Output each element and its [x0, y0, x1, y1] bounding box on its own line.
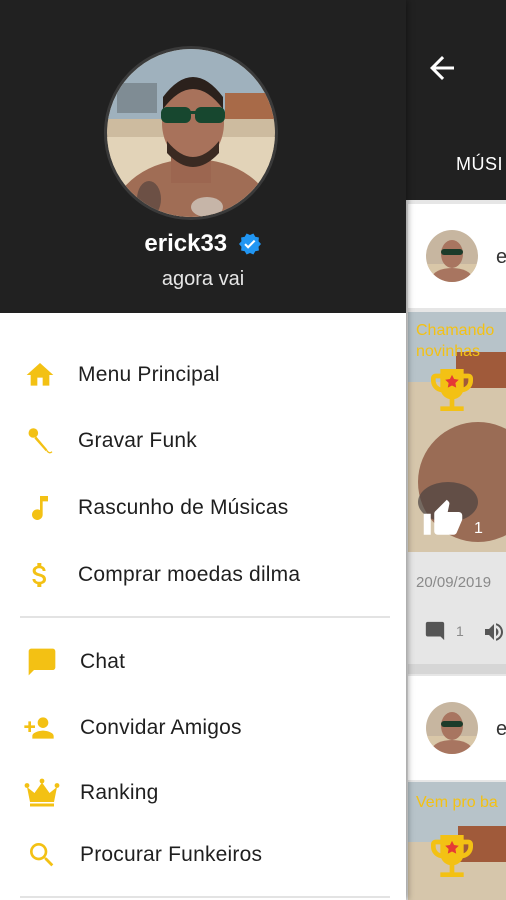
- username-row: erick33: [0, 230, 406, 258]
- dollar-icon: [32, 563, 46, 587]
- chat-icon: [28, 648, 56, 676]
- post-title-line: Vem pro ba: [416, 794, 498, 811]
- menu-item-comprar-moedas[interactable]: Comprar moedas dilma: [0, 545, 406, 605]
- post-avatar[interactable]: [426, 702, 478, 754]
- post-avatar[interactable]: [426, 230, 478, 282]
- crown-icon: [24, 778, 60, 807]
- menu-item-rascunho-de-musicas[interactable]: Rascunho de Músicas: [0, 478, 406, 538]
- menu-item-label: Menu Principal: [78, 363, 220, 386]
- comment-count: 1: [456, 623, 464, 639]
- menu-item-menu-principal[interactable]: Menu Principal: [0, 345, 406, 405]
- post-username[interactable]: e: [496, 246, 506, 269]
- post-title-line: Chamando: [416, 322, 495, 339]
- menu-item-gravar-funk[interactable]: Gravar Funk: [0, 411, 406, 471]
- menu-item-procurar-funkeiros[interactable]: Procurar Funkeiros: [0, 825, 406, 885]
- back-arrow-icon[interactable]: [424, 50, 460, 86]
- menu-divider: [20, 616, 390, 618]
- tab-musicas[interactable]: MÚSI: [456, 154, 503, 175]
- trophy-icon: [431, 369, 473, 411]
- profile-avatar[interactable]: [104, 46, 278, 220]
- username: erick33: [144, 230, 228, 257]
- trophy-icon: [431, 835, 473, 877]
- comment-icon[interactable]: [424, 620, 446, 642]
- microphone-icon: [28, 428, 53, 454]
- post-header[interactable]: e: [408, 204, 506, 308]
- post-media[interactable]: Vem pro ba: [408, 782, 506, 900]
- add-person-icon: [24, 717, 54, 739]
- thumbs-up-icon[interactable]: [420, 498, 466, 540]
- post-separator: [408, 664, 506, 674]
- drawer-header: erick33 agora vai: [0, 0, 406, 313]
- menu-item-label: Chat: [80, 650, 126, 673]
- post-username[interactable]: e: [496, 718, 506, 741]
- menu-item-ranking[interactable]: Ranking: [0, 763, 406, 823]
- post-actions: 1: [424, 620, 506, 644]
- menu-item-label: Comprar moedas dilma: [78, 563, 301, 586]
- profile-status: agora vai: [161, 268, 245, 290]
- post-date: 20/09/2019: [416, 574, 492, 591]
- menu-item-label: Gravar Funk: [78, 429, 197, 452]
- post-title-line: novinhas: [416, 343, 481, 360]
- navigation-drawer: erick33 agora vai Menu Principal Gravar …: [0, 0, 406, 900]
- music-note-icon: [32, 496, 48, 520]
- search-icon: [30, 843, 54, 867]
- menu-item-chat[interactable]: Chat: [0, 632, 406, 692]
- verified-badge-icon: [238, 233, 261, 255]
- menu-item-label: Ranking: [80, 781, 159, 804]
- menu-item-label: Convidar Amigos: [80, 716, 242, 739]
- menu-item-label: Procurar Funkeiros: [80, 843, 263, 866]
- post-media[interactable]: Chamando novinhas 1: [408, 312, 506, 552]
- post-header[interactable]: e: [408, 676, 506, 780]
- volume-icon[interactable]: [482, 620, 506, 644]
- menu-item-convidar-amigos[interactable]: Convidar Amigos: [0, 698, 406, 758]
- like-count: 1: [474, 520, 483, 537]
- menu-item-label: Rascunho de Músicas: [78, 496, 289, 519]
- menu-divider: [20, 896, 390, 898]
- home-icon: [26, 363, 54, 386]
